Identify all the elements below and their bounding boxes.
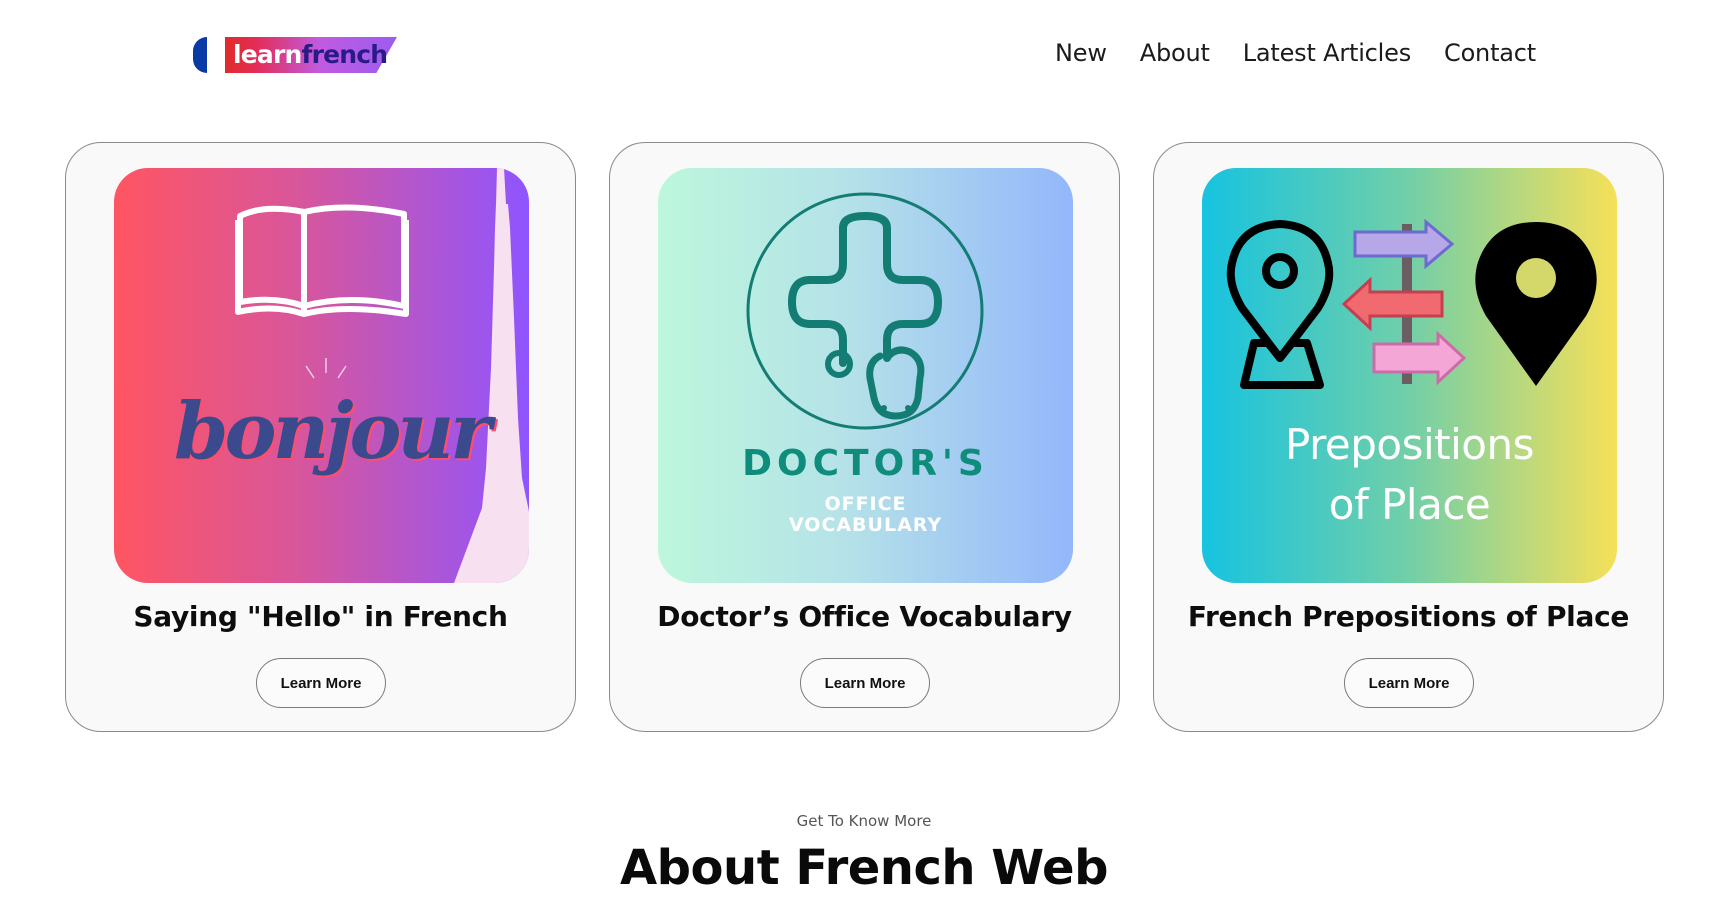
open-book-icon [235, 168, 529, 583]
learn-more-button[interactable]: Learn More [1344, 658, 1474, 708]
doctor-heading: DOCTOR'S [742, 443, 989, 484]
site-logo[interactable]: learnfrench [193, 34, 403, 74]
logo-word-learn: learn [233, 40, 302, 69]
logo-word-french: french [301, 40, 389, 69]
map-pin-outline-icon [1226, 220, 1334, 389]
nav-link-about[interactable]: About [1140, 39, 1210, 67]
prepositions-image-line-2: of Place [1328, 480, 1491, 529]
main-nav: New About Latest Articles Contact [1022, 39, 1536, 67]
card-image-doctor[interactable]: DOCTOR'S OFFICE VOCABULARY [658, 168, 1073, 583]
learn-more-button[interactable]: Learn More [800, 658, 930, 708]
doctor-subheading-vocabulary: VOCABULARY [788, 514, 943, 536]
nav-link-contact[interactable]: Contact [1444, 39, 1536, 67]
card-title: Saying "Hello" in French [133, 600, 508, 633]
french-flag-icon [193, 37, 207, 73]
about-kicker: Get To Know More [796, 812, 932, 830]
nav-link-new[interactable]: New [1055, 39, 1107, 67]
about-title: About French Web [620, 840, 1108, 896]
bonjour-lettering: bonjour [174, 386, 491, 477]
card-title: Doctor’s Office Vocabulary [657, 600, 1072, 633]
article-card-hello: bonjour Saying "Hello" in French Learn M… [65, 142, 576, 732]
card-image-prepositions[interactable]: Prepositions of Place [1202, 168, 1617, 583]
prepositions-image-line-1: Prepositions [1284, 420, 1535, 469]
article-card-doctor: DOCTOR'S OFFICE VOCABULARY Doctor’s Offi… [609, 142, 1120, 732]
map-pin-filled-icon [1475, 222, 1597, 386]
learn-more-button[interactable]: Learn More [256, 658, 386, 708]
card-image-bonjour[interactable]: bonjour [114, 168, 529, 583]
card-title: French Prepositions of Place [1187, 600, 1630, 633]
nav-link-latest-articles[interactable]: Latest Articles [1243, 39, 1411, 67]
signpost-icon [1341, 218, 1467, 386]
eiffel-tower-icon [454, 168, 529, 583]
doctor-subheading-office: OFFICE [824, 493, 907, 515]
logo-text: learnfrench [233, 40, 389, 69]
flag-white-stripe [207, 37, 219, 73]
site-header: learnfrench New About Latest Articles Co… [0, 0, 1728, 110]
article-card-prepositions: Prepositions of Place French Preposition… [1153, 142, 1664, 732]
